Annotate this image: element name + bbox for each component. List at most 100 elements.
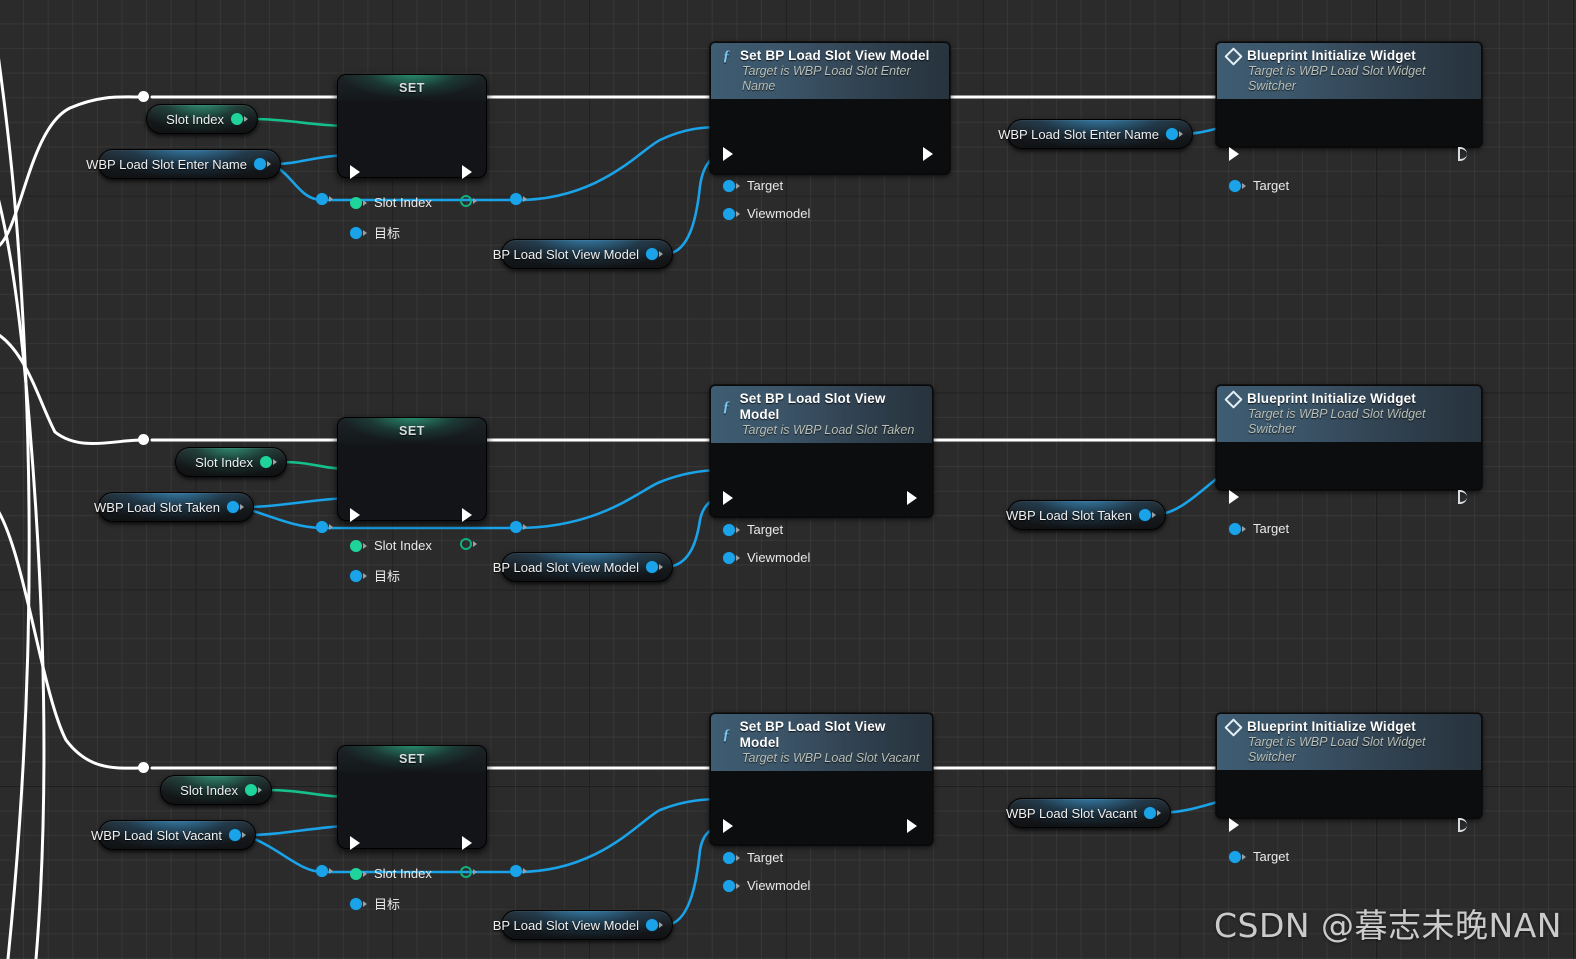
node-body: Target [1217, 770, 1481, 873]
node-title: Blueprint Initialize Widget [1247, 391, 1416, 406]
node-blueprint-initialize-widget-row1[interactable]: Blueprint Initialize Widget Target is WB… [1216, 42, 1482, 193]
viewmodel-in-pin[interactable]: Viewmodel [723, 878, 810, 893]
node-set-bp-load-slot-view-model-row1[interactable]: ƒ Set BP Load Slot View Model Target is W… [710, 42, 950, 221]
node-subtitle: Target is WBP Load Slot Widget Switcher [1248, 407, 1426, 436]
pin-label: Slot Index [374, 866, 432, 881]
exec-in-pin[interactable] [1229, 818, 1242, 833]
widget-output-pin[interactable] [1139, 509, 1156, 521]
exec-in-pin[interactable] [723, 819, 736, 834]
set-target-in-pin[interactable]: 目标 [350, 566, 400, 585]
getter-wbp-load-slot-taken[interactable]: WBP Load Slot Taken [94, 492, 254, 522]
widget-output-pin[interactable] [229, 829, 246, 841]
set-target-in-pin[interactable]: 目标 [350, 894, 400, 913]
set-value-out-pin[interactable] [460, 538, 477, 550]
widget-output-pin[interactable] [227, 501, 244, 513]
set-node-title: SET [338, 746, 486, 772]
node-header: ƒ Set BP Load Slot View Model Target is W… [711, 714, 932, 771]
set-node-title: SET [338, 418, 486, 444]
exec-out-pin[interactable] [923, 147, 936, 162]
node-blueprint-initialize-widget-row2[interactable]: Blueprint Initialize Widget Target is WB… [1216, 385, 1482, 536]
getter-target-widget-row3[interactable]: WBP Load Slot Vacant [1006, 798, 1171, 828]
target-in-pin[interactable]: Target [723, 178, 783, 193]
getter-bp-load-slot-view-model[interactable]: BP Load Slot View Model [493, 910, 673, 940]
set-node-row2[interactable]: SET Slot Index 目标 [337, 417, 487, 585]
set-exec-out-pin[interactable] [462, 508, 475, 523]
getter-bp-load-slot-view-model[interactable]: BP Load Slot View Model [493, 552, 673, 582]
getter-label: WBP Load Slot Vacant [90, 827, 222, 843]
exec-reroute-knot[interactable] [138, 91, 149, 102]
object-reroute-knot[interactable] [510, 865, 527, 877]
node-subtitle: Target is WBP Load Slot Enter Name [742, 64, 911, 93]
node-title: Set BP Load Slot View Model [739, 391, 886, 422]
getter-wbp-load-slot-enter-name[interactable]: WBP Load Slot Enter Name [86, 149, 281, 179]
viewmodel-output-pin[interactable] [646, 248, 663, 260]
getter-wbp-load-slot-vacant[interactable]: WBP Load Slot Vacant [91, 820, 256, 850]
getter-slot-index[interactable]: Slot Index [160, 775, 272, 805]
getter-target-widget-row2[interactable]: WBP Load Slot Taken [1006, 500, 1166, 530]
set-exec-in-pin[interactable] [350, 836, 363, 851]
viewmodel-output-pin[interactable] [646, 561, 663, 573]
set-exec-in-pin[interactable] [350, 508, 363, 523]
getter-bp-load-slot-view-model[interactable]: BP Load Slot View Model [493, 239, 673, 269]
slot-index-output-pin[interactable] [231, 113, 248, 125]
pin-label: Slot Index [374, 195, 432, 210]
exec-reroute-knot[interactable] [138, 762, 149, 773]
target-in-pin[interactable]: Target [723, 850, 783, 865]
exec-out-pin[interactable] [1458, 818, 1471, 833]
getter-label: BP Load Slot View Model [492, 559, 639, 575]
viewmodel-in-pin[interactable]: Viewmodel [723, 550, 810, 565]
exec-reroute-knot[interactable] [138, 434, 149, 445]
widget-diamond-icon [1226, 720, 1240, 734]
target-in-pin[interactable]: Target [723, 522, 783, 537]
target-in-pin[interactable]: Target [1229, 178, 1289, 193]
node-subtitle: Target is WBP Load Slot Taken [742, 423, 915, 437]
set-value-out-pin[interactable] [460, 195, 477, 207]
set-node-row1[interactable]: SET Slot Index 目标 [337, 74, 487, 242]
widget-output-pin[interactable] [1166, 128, 1183, 140]
object-reroute-knot[interactable] [316, 521, 333, 533]
exec-in-pin[interactable] [1229, 490, 1242, 505]
target-in-pin[interactable]: Target [1229, 849, 1289, 864]
viewmodel-output-pin[interactable] [646, 919, 663, 931]
exec-out-pin[interactable] [1458, 147, 1471, 162]
node-subtitle: Target is WBP Load Slot Widget Switcher [1248, 735, 1426, 764]
function-icon: ƒ [722, 48, 731, 64]
getter-label: Slot Index [195, 454, 253, 470]
getter-label: WBP Load Slot Enter Name [86, 156, 247, 172]
node-blueprint-initialize-widget-row3[interactable]: Blueprint Initialize Widget Target is WB… [1216, 713, 1482, 864]
set-slot-index-in-pin[interactable]: Slot Index [350, 866, 432, 881]
set-slot-index-in-pin[interactable]: Slot Index [350, 538, 432, 553]
set-exec-out-pin[interactable] [462, 165, 475, 180]
object-reroute-knot[interactable] [316, 193, 333, 205]
target-in-pin[interactable]: Target [1229, 521, 1289, 536]
set-exec-out-pin[interactable] [462, 836, 475, 851]
exec-in-pin[interactable] [723, 491, 736, 506]
node-header: Blueprint Initialize Widget Target is WB… [1217, 386, 1481, 442]
widget-output-pin[interactable] [254, 158, 271, 170]
getter-target-widget-row1[interactable]: WBP Load Slot Enter Name [998, 119, 1193, 149]
widget-output-pin[interactable] [1144, 807, 1161, 819]
node-set-bp-load-slot-view-model-row2[interactable]: ƒ Set BP Load Slot View Model Target is W… [710, 385, 933, 565]
exec-out-pin[interactable] [1458, 490, 1471, 505]
exec-out-pin[interactable] [907, 491, 920, 506]
object-reroute-knot[interactable] [510, 521, 527, 533]
blueprint-graph-canvas[interactable]: Slot Index WBP Load Slot Enter Name SET … [0, 0, 1576, 959]
exec-in-pin[interactable] [723, 147, 736, 162]
set-node-row3[interactable]: SET Slot Index 目标 [337, 745, 487, 913]
set-exec-in-pin[interactable] [350, 165, 363, 180]
set-target-in-pin[interactable]: 目标 [350, 223, 400, 242]
object-reroute-knot[interactable] [510, 193, 527, 205]
slot-index-output-pin[interactable] [245, 784, 262, 796]
getter-slot-index[interactable]: Slot Index [146, 104, 258, 134]
getter-slot-index[interactable]: Slot Index [175, 447, 287, 477]
exec-out-pin[interactable] [907, 819, 920, 834]
set-slot-index-in-pin[interactable]: Slot Index [350, 195, 432, 210]
node-header: ƒ Set BP Load Slot View Model Target is W… [711, 43, 949, 99]
node-set-bp-load-slot-view-model-row3[interactable]: ƒ Set BP Load Slot View Model Target is W… [710, 713, 933, 893]
slot-index-output-pin[interactable] [260, 456, 277, 468]
object-reroute-knot[interactable] [316, 865, 333, 877]
pin-label: 目标 [374, 898, 401, 913]
exec-in-pin[interactable] [1229, 147, 1242, 162]
viewmodel-in-pin[interactable]: Viewmodel [723, 206, 810, 221]
set-value-out-pin[interactable] [460, 866, 477, 878]
